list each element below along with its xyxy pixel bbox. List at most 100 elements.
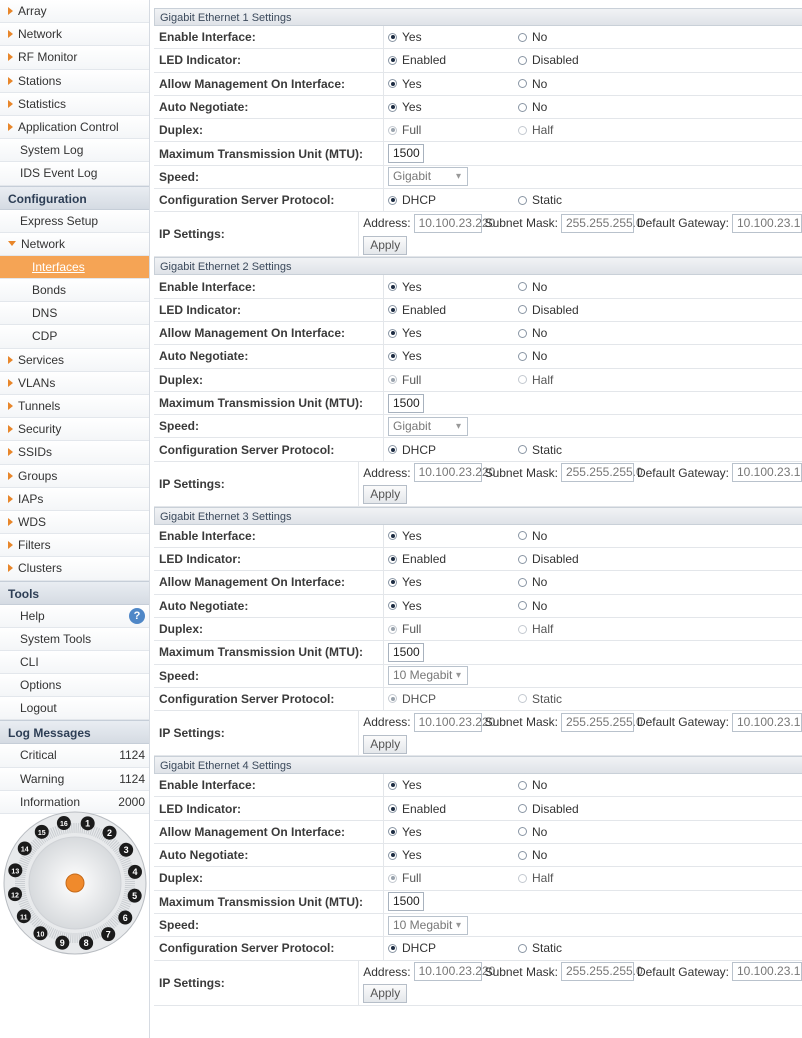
- subnet-mask-input[interactable]: 255.255.255.0: [560, 712, 643, 732]
- duplex-full-radio[interactable]: Full: [388, 373, 518, 387]
- mgmt-no-radio[interactable]: No: [518, 77, 648, 91]
- led-disabled-radio[interactable]: Disabled: [518, 303, 648, 317]
- csp-dhcp-radio[interactable]: DHCP: [388, 941, 518, 955]
- sidebar-item-tunnels[interactable]: Tunnels: [0, 395, 149, 419]
- csp-static-radio[interactable]: Static: [518, 193, 648, 207]
- apply-button[interactable]: Apply: [363, 984, 408, 1003]
- default-gateway-input[interactable]: 10.100.23.1: [732, 213, 802, 233]
- apply-button[interactable]: Apply: [363, 485, 408, 505]
- sidebar-item-cli[interactable]: CLI: [0, 650, 149, 675]
- address-input[interactable]: 10.100.23.220: [413, 712, 495, 732]
- address-input[interactable]: 10.100.23.220: [413, 962, 495, 981]
- sidebar-item-help[interactable]: Help?: [0, 604, 149, 628]
- help-icon[interactable]: ?: [129, 607, 145, 624]
- sidebar-item-cdp[interactable]: CDP: [0, 325, 149, 349]
- default-gateway-input[interactable]: 10.100.23.1: [732, 463, 802, 483]
- autoneg-yes-radio[interactable]: Yes: [388, 349, 518, 363]
- enable-no-radio[interactable]: No: [518, 778, 648, 792]
- sidebar-item-stations[interactable]: Stations: [0, 69, 149, 93]
- log-item-warning[interactable]: Warning 1124: [0, 767, 149, 791]
- led-enabled-radio[interactable]: Enabled: [388, 53, 518, 67]
- sidebar-item-rf-monitor[interactable]: RF Monitor: [0, 46, 149, 70]
- csp-dhcp-radio[interactable]: DHCP: [388, 692, 518, 706]
- enable-yes-radio[interactable]: Yes: [388, 529, 518, 543]
- autoneg-no-radio[interactable]: No: [518, 599, 648, 613]
- mgmt-no-radio[interactable]: No: [518, 575, 648, 589]
- sidebar-item-bonds[interactable]: Bonds: [0, 279, 149, 303]
- mtu-input[interactable]: 1500: [388, 892, 424, 912]
- sidebar-item-express-setup[interactable]: Express Setup: [0, 209, 149, 233]
- mgmt-yes-radio[interactable]: Yes: [388, 77, 518, 91]
- duplex-full-radio[interactable]: Full: [388, 871, 518, 885]
- sidebar-item-dns[interactable]: DNS: [0, 302, 149, 326]
- led-enabled-radio[interactable]: Enabled: [388, 552, 518, 566]
- duplex-full-radio[interactable]: Full: [388, 123, 518, 137]
- sidebar-item-options[interactable]: Options: [0, 674, 149, 698]
- mtu-input[interactable]: 1500: [388, 144, 424, 164]
- duplex-half-radio[interactable]: Half: [518, 622, 648, 636]
- sidebar-item-network[interactable]: Network: [0, 232, 149, 256]
- default-gateway-input[interactable]: 10.100.23.1: [732, 712, 802, 732]
- led-disabled-radio[interactable]: Disabled: [518, 53, 648, 67]
- sidebar-item-services[interactable]: Services: [0, 348, 149, 372]
- autoneg-no-radio[interactable]: No: [518, 848, 648, 862]
- speed-select[interactable]: Gigabit: [388, 167, 468, 187]
- enable-yes-radio[interactable]: Yes: [388, 280, 518, 294]
- autoneg-no-radio[interactable]: No: [518, 349, 648, 363]
- led-enabled-radio[interactable]: Enabled: [388, 802, 518, 816]
- mgmt-yes-radio[interactable]: Yes: [388, 825, 518, 839]
- mtu-input[interactable]: 1500: [388, 642, 424, 662]
- sidebar-item-iaps[interactable]: IAPs: [0, 487, 149, 511]
- apply-button[interactable]: Apply: [363, 734, 408, 754]
- duplex-full-radio[interactable]: Full: [388, 622, 518, 636]
- address-input[interactable]: 10.100.23.220: [413, 463, 495, 483]
- sidebar-item-filters[interactable]: Filters: [0, 534, 149, 558]
- array-radio-dial[interactable]: 12345678910111213141516: [2, 810, 148, 956]
- autoneg-yes-radio[interactable]: Yes: [388, 599, 518, 613]
- enable-yes-radio[interactable]: Yes: [388, 30, 518, 44]
- enable-yes-radio[interactable]: Yes: [388, 778, 518, 792]
- sidebar-item-groups[interactable]: Groups: [0, 464, 149, 488]
- csp-dhcp-radio[interactable]: DHCP: [388, 443, 518, 457]
- mgmt-yes-radio[interactable]: Yes: [388, 575, 518, 589]
- sidebar-item-clusters[interactable]: Clusters: [0, 557, 149, 581]
- enable-no-radio[interactable]: No: [518, 280, 648, 294]
- sidebar-item-vlans[interactable]: VLANs: [0, 371, 149, 395]
- led-disabled-radio[interactable]: Disabled: [518, 802, 648, 816]
- sidebar-item-interfaces[interactable]: Interfaces: [0, 255, 149, 280]
- speed-select[interactable]: 10 Megabit: [388, 915, 468, 935]
- log-item-critical[interactable]: Critical 1124: [0, 744, 149, 768]
- sidebar-item-logout[interactable]: Logout: [0, 697, 149, 721]
- subnet-mask-input[interactable]: 255.255.255.0: [560, 463, 643, 483]
- sidebar-item-statistics[interactable]: Statistics: [0, 92, 149, 116]
- led-disabled-radio[interactable]: Disabled: [518, 552, 648, 566]
- autoneg-yes-radio[interactable]: Yes: [388, 100, 518, 114]
- enable-no-radio[interactable]: No: [518, 30, 648, 44]
- mgmt-yes-radio[interactable]: Yes: [388, 326, 518, 340]
- led-enabled-radio[interactable]: Enabled: [388, 303, 518, 317]
- csp-static-radio[interactable]: Static: [518, 443, 648, 457]
- csp-static-radio[interactable]: Static: [518, 941, 648, 955]
- sidebar-item-system-log[interactable]: System Log: [0, 139, 149, 163]
- sidebar-item-security[interactable]: Security: [0, 418, 149, 442]
- speed-select[interactable]: Gigabit: [388, 416, 468, 436]
- autoneg-no-radio[interactable]: No: [518, 100, 648, 114]
- sidebar-item-ssids[interactable]: SSIDs: [0, 441, 149, 465]
- speed-select[interactable]: 10 Megabit: [388, 666, 468, 686]
- mtu-input[interactable]: 1500: [388, 393, 424, 413]
- sidebar-item-system-tools[interactable]: System Tools: [0, 627, 149, 651]
- apply-button[interactable]: Apply: [363, 235, 408, 255]
- autoneg-yes-radio[interactable]: Yes: [388, 848, 518, 862]
- sidebar-item-application-control[interactable]: Application Control: [0, 115, 149, 140]
- sidebar-item-wds[interactable]: WDS: [0, 510, 149, 535]
- subnet-mask-input[interactable]: 255.255.255.0: [560, 213, 643, 233]
- sidebar-item-ids-event-log[interactable]: IDS Event Log: [0, 162, 149, 186]
- address-input[interactable]: 10.100.23.220: [413, 213, 495, 233]
- duplex-half-radio[interactable]: Half: [518, 373, 648, 387]
- duplex-half-radio[interactable]: Half: [518, 871, 648, 885]
- subnet-mask-input[interactable]: 255.255.255.0: [560, 962, 643, 981]
- duplex-half-radio[interactable]: Half: [518, 123, 648, 137]
- csp-dhcp-radio[interactable]: DHCP: [388, 193, 518, 207]
- mgmt-no-radio[interactable]: No: [518, 326, 648, 340]
- default-gateway-input[interactable]: 10.100.23.1: [732, 962, 802, 981]
